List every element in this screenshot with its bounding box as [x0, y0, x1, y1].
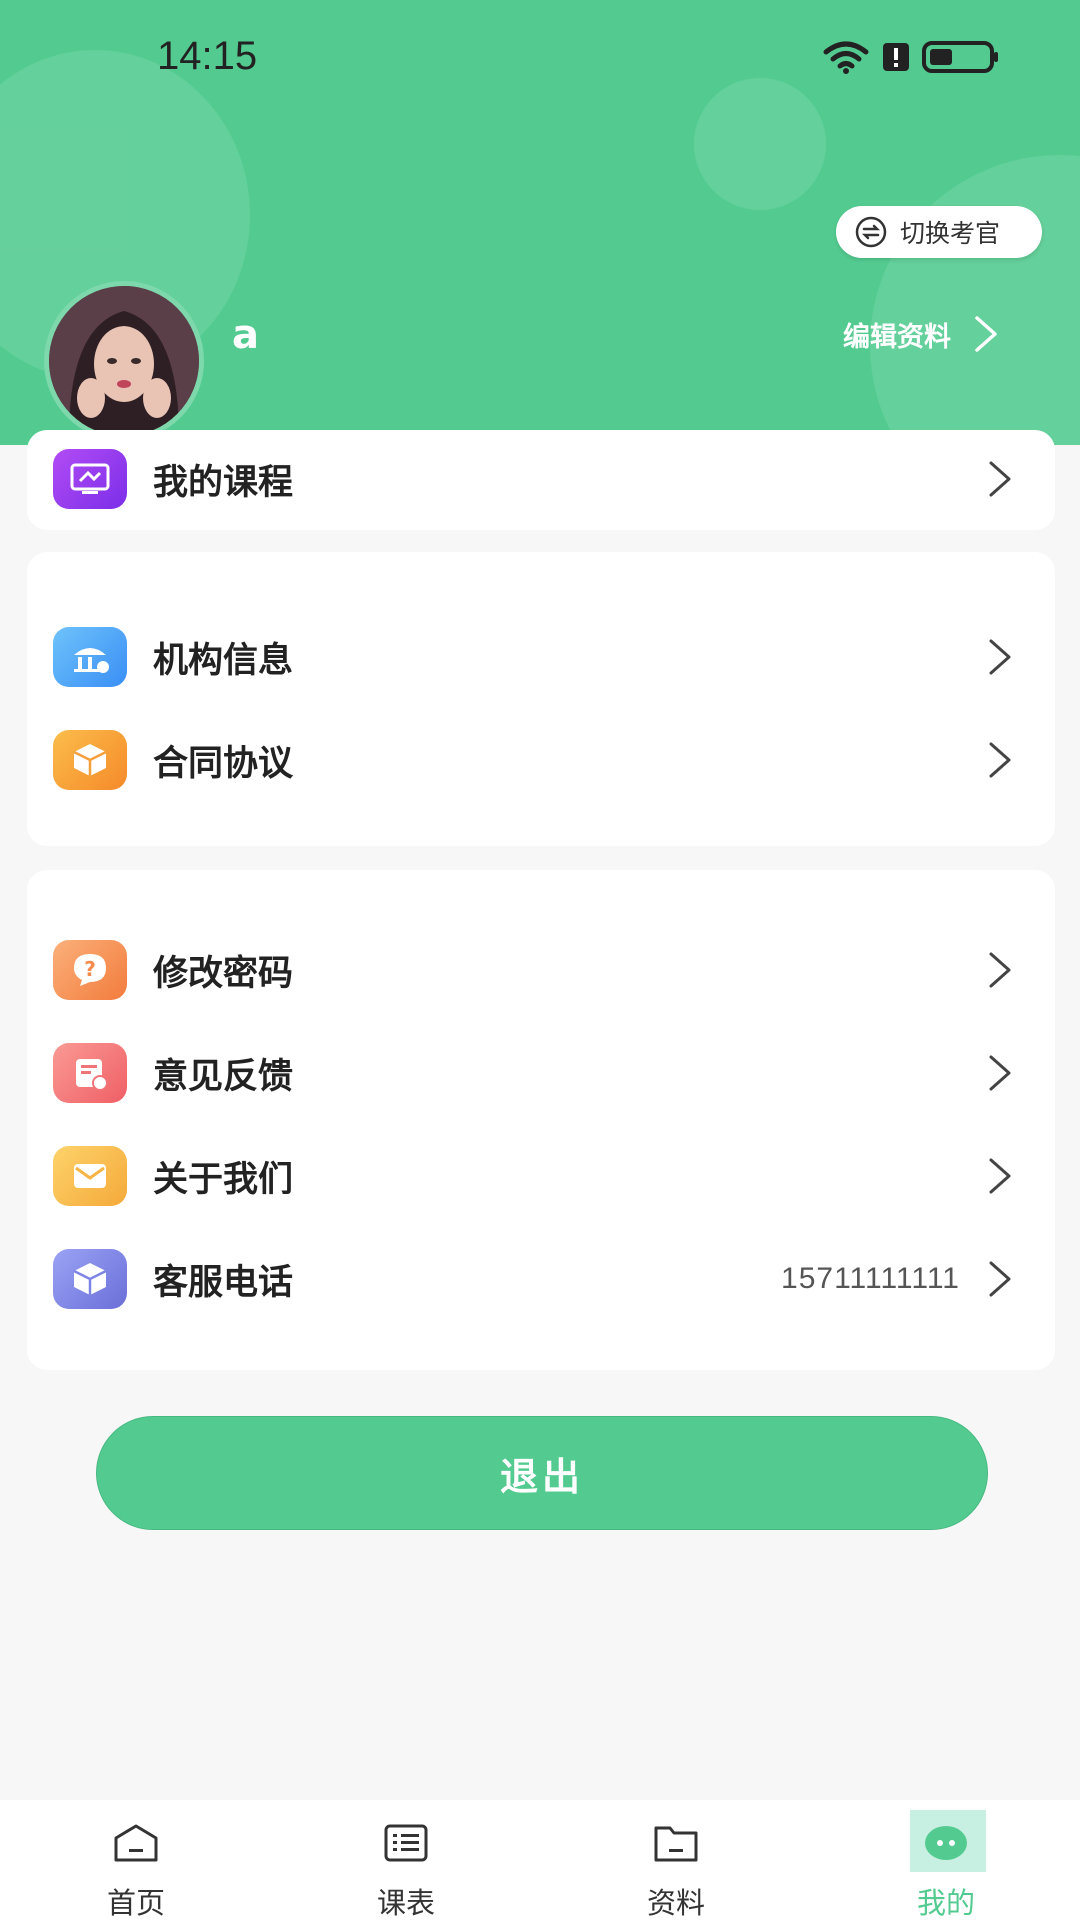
svg-text:?: ? — [84, 957, 96, 981]
chevron-right-icon — [989, 952, 1011, 988]
list-icon — [381, 1818, 431, 1868]
chevron-right-icon — [975, 316, 997, 352]
chevron-right-icon — [989, 1158, 1011, 1194]
tab-label: 首页 — [106, 1886, 165, 1920]
menu-item-label: 我的课程 — [153, 462, 294, 503]
profile-header: 14:15 切换考官 a 编辑资料 — [0, 0, 1080, 445]
header-decor-circle — [694, 78, 826, 210]
logout-button[interactable]: 退出 — [96, 1416, 988, 1530]
alert-icon — [883, 43, 909, 71]
menu-item-label: 修改密码 — [153, 953, 294, 994]
logout-label: 退出 — [499, 1454, 584, 1499]
cube-icon — [53, 1249, 127, 1309]
switch-examiner-button[interactable]: 切换考官 — [836, 206, 1042, 258]
menu-item-org-info[interactable]: 机构信息 — [27, 612, 1055, 702]
tab-label: 资料 — [646, 1886, 705, 1920]
question-icon: ? — [53, 940, 127, 1000]
battery-icon — [922, 41, 998, 73]
switch-examiner-label: 切换考官 — [900, 219, 1001, 248]
tab-materials[interactable]: 资料 — [576, 1800, 776, 1920]
mail-icon — [53, 1146, 127, 1206]
folder-icon — [651, 1818, 701, 1868]
menu-item-label: 意见反馈 — [153, 1056, 294, 1097]
status-icons — [822, 40, 1000, 74]
tab-home[interactable]: 首页 — [36, 1800, 236, 1920]
chevron-right-icon — [989, 742, 1011, 778]
tab-label: 课表 — [376, 1886, 435, 1920]
header-decor-circle — [870, 155, 1080, 445]
tab-label: 我的 — [916, 1886, 975, 1920]
institution-card: 机构信息 合同协议 — [27, 552, 1055, 846]
feedback-icon — [53, 1043, 127, 1103]
edit-profile-label: 编辑资料 — [843, 321, 951, 353]
switch-icon — [855, 216, 887, 248]
tab-schedule[interactable]: 课表 — [306, 1800, 506, 1920]
chevron-right-icon — [989, 461, 1011, 497]
status-time: 14:15 — [157, 34, 258, 78]
courses-card: 我的课程 — [27, 430, 1055, 530]
wifi-icon — [823, 41, 869, 74]
menu-item-feedback[interactable]: 意见反馈 — [27, 1028, 1055, 1118]
service-phone-number: 15711111111 — [781, 1262, 960, 1295]
menu-item-label: 客服电话 — [153, 1262, 294, 1303]
menu-item-change-password[interactable]: ? 修改密码 — [27, 925, 1055, 1015]
menu-item-service-phone[interactable]: 客服电话 15711111111 — [27, 1234, 1055, 1324]
tab-mine[interactable]: 我的 — [846, 1800, 1046, 1920]
chevron-right-icon — [989, 1261, 1011, 1297]
username: a — [232, 312, 259, 358]
menu-item-label: 关于我们 — [153, 1159, 294, 1200]
menu-item-contract[interactable]: 合同协议 — [27, 715, 1055, 805]
chevron-right-icon — [989, 1055, 1011, 1091]
box-icon — [53, 730, 127, 790]
course-icon — [53, 449, 127, 509]
menu-item-label: 机构信息 — [153, 640, 294, 681]
edit-profile-button[interactable]: 编辑资料 — [843, 314, 999, 354]
menu-item-label: 合同协议 — [153, 743, 294, 784]
menu-item-about-us[interactable]: 关于我们 — [27, 1131, 1055, 1221]
avatar-image — [49, 286, 199, 436]
chevron-right-icon — [989, 639, 1011, 675]
settings-card: ? 修改密码 意见反馈 关于我们 客服电话 15711111111 — [27, 870, 1055, 1370]
home-icon — [111, 1818, 161, 1868]
institution-icon — [53, 627, 127, 687]
profile-icon — [921, 1818, 971, 1868]
avatar[interactable] — [44, 281, 204, 441]
bottom-tab-bar: 首页 课表 资料 我的 — [0, 1800, 1080, 1920]
menu-item-my-courses[interactable]: 我的课程 — [27, 434, 1055, 524]
